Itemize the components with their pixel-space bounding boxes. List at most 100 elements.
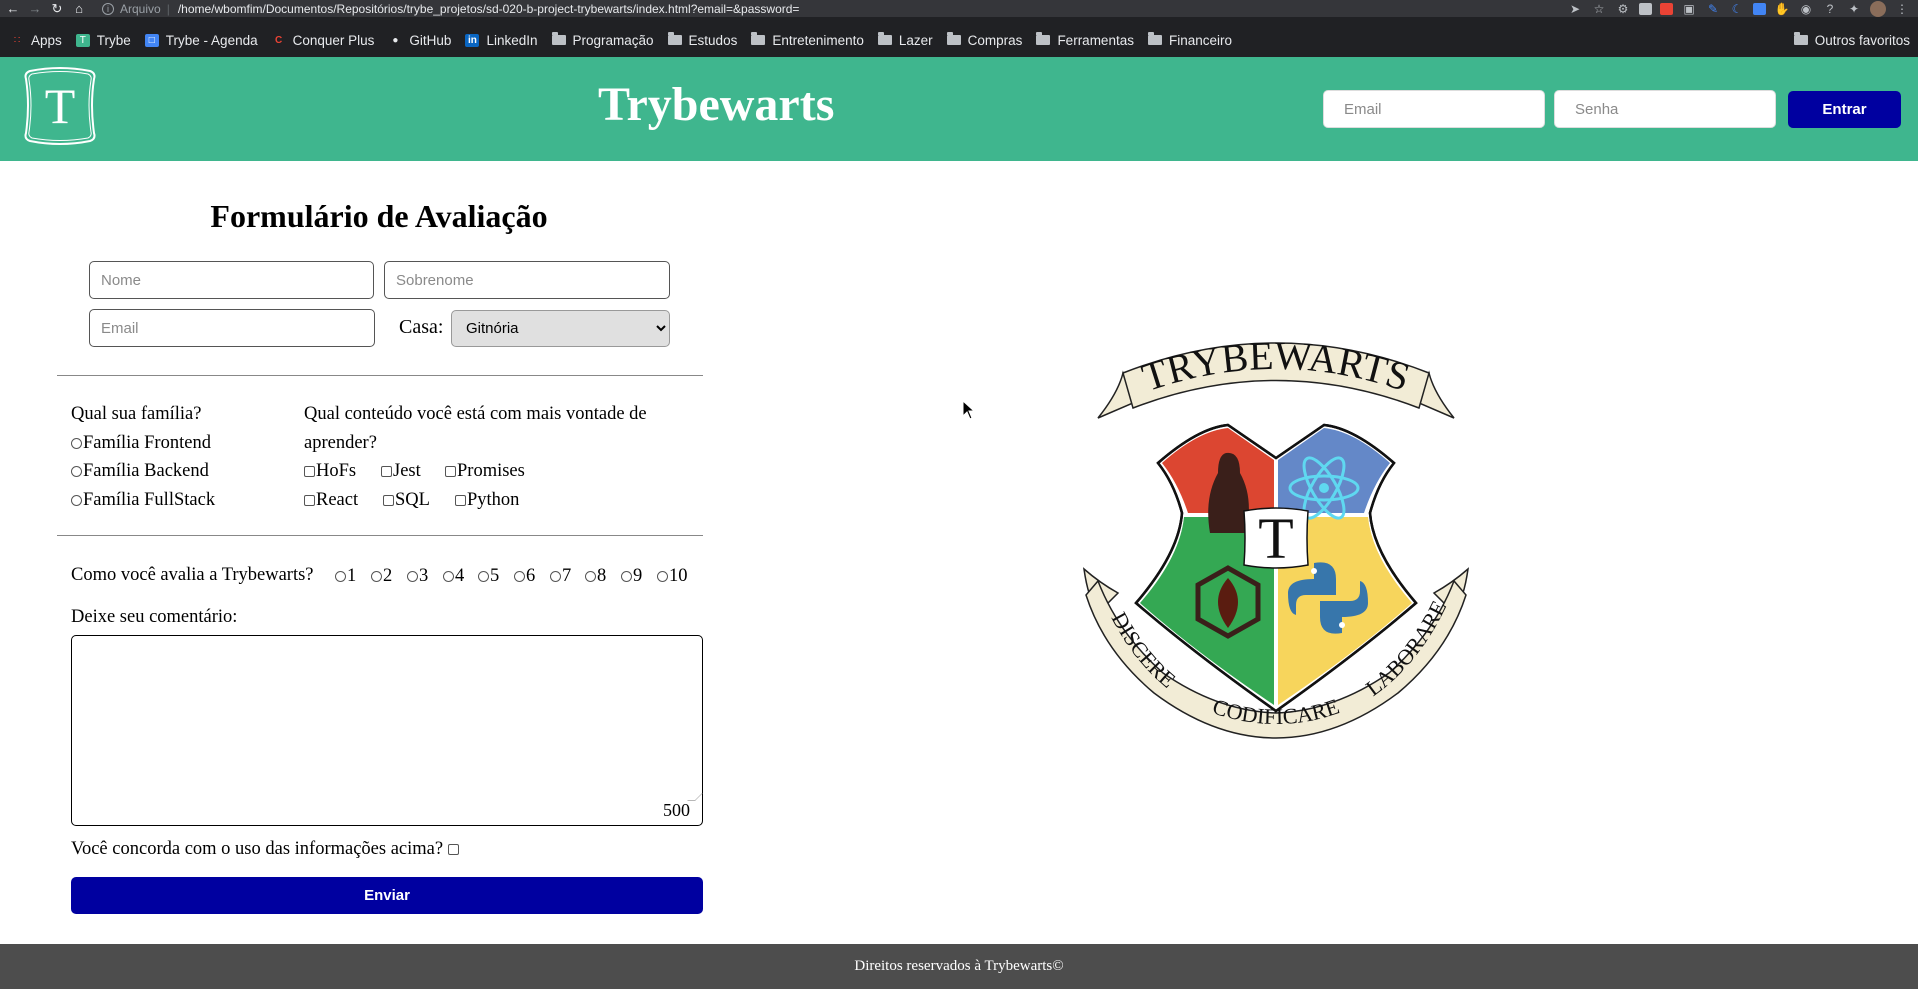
bookmark-estudos[interactable]: Estudos: [667, 32, 738, 48]
bookmark-label: Programação: [572, 32, 654, 48]
radio-button[interactable]: [478, 571, 489, 582]
bookmark-financeiro[interactable]: Financeiro: [1147, 32, 1232, 48]
rating-option-3[interactable]: 3: [407, 566, 428, 587]
checkbox[interactable]: [455, 495, 466, 506]
lastname-input[interactable]: [384, 261, 670, 299]
bookmark-label: Ferramentas: [1057, 32, 1134, 48]
content-option-jest[interactable]: Jest: [381, 461, 421, 482]
email-input[interactable]: [89, 309, 375, 347]
github-ext-icon[interactable]: ◉: [1798, 2, 1814, 16]
rating-option-8[interactable]: 8: [585, 566, 606, 587]
content-option-promises[interactable]: Promises: [445, 461, 525, 482]
back-icon[interactable]: ←: [4, 0, 22, 17]
radio-button[interactable]: [621, 571, 632, 582]
star-icon[interactable]: ☆: [1591, 2, 1607, 16]
bookmark-trybe-agenda[interactable]: □ Trybe - Agenda: [144, 33, 258, 48]
comment-textarea[interactable]: [71, 635, 703, 826]
rating-option-10[interactable]: 10: [657, 566, 688, 587]
option-label: Jest: [393, 461, 421, 481]
avatar[interactable]: [1870, 0, 1886, 17]
url-field[interactable]: i Arquivo | /home/wbomfim/Documentos/Rep…: [102, 0, 799, 17]
family-option-frontend[interactable]: Família Frontend: [71, 433, 211, 454]
info-icon[interactable]: i: [102, 2, 114, 15]
family-option-fullstack[interactable]: Família FullStack: [71, 490, 215, 511]
rating-option-2[interactable]: 2: [371, 566, 392, 587]
home-icon[interactable]: ⌂: [70, 0, 88, 17]
bookmark-outros-favoritos[interactable]: Outros favoritos: [1793, 32, 1910, 48]
submit-button[interactable]: Enviar: [71, 877, 703, 914]
bookmark-programacao[interactable]: Programação: [551, 32, 654, 48]
bookmark-compras[interactable]: Compras: [946, 32, 1022, 48]
login-email-input[interactable]: [1323, 90, 1545, 128]
extension-icon-1[interactable]: [1639, 2, 1652, 15]
help-icon[interactable]: ?: [1822, 2, 1838, 16]
radio-button[interactable]: [514, 571, 525, 582]
apps-grid-icon: ∷: [13, 34, 21, 46]
screenshot-icon[interactable]: ▣: [1681, 2, 1697, 16]
checkbox[interactable]: [445, 466, 456, 477]
puzzle-icon[interactable]: ✦: [1846, 2, 1862, 16]
rating-option-5[interactable]: 5: [478, 566, 499, 587]
bookmark-entretenimento[interactable]: Entretenimento: [751, 32, 864, 48]
bookmark-lazer[interactable]: Lazer: [877, 32, 933, 48]
bookmark-apps[interactable]: ∷ Apps: [10, 33, 62, 48]
radio-button[interactable]: [371, 571, 382, 582]
option-label: 2: [383, 566, 393, 586]
reload-icon[interactable]: ↻: [48, 0, 66, 17]
radio-button[interactable]: [585, 571, 596, 582]
login-password-input[interactable]: [1554, 90, 1776, 128]
bookmark-trybe[interactable]: T Trybe: [75, 33, 131, 48]
folder-icon: [1036, 32, 1051, 47]
pen-icon[interactable]: ✎: [1705, 2, 1721, 16]
extension-icon-2[interactable]: [1660, 2, 1673, 15]
gear-icon[interactable]: ⚙: [1615, 2, 1631, 16]
radio-button[interactable]: [71, 466, 82, 477]
radio-button[interactable]: [71, 438, 82, 449]
bookmark-conquer-plus[interactable]: C Conquer Plus: [272, 33, 374, 48]
radio-button[interactable]: [550, 571, 561, 582]
checkbox[interactable]: [381, 466, 392, 477]
login-button[interactable]: Entrar: [1788, 91, 1901, 128]
checkbox[interactable]: [304, 466, 315, 477]
family-option-backend[interactable]: Família Backend: [71, 461, 209, 482]
menu-icon[interactable]: ⋮: [1894, 2, 1910, 16]
address-bar: ← → ↻ ⌂ i Arquivo | /home/wbomfim/Docume…: [0, 0, 1918, 17]
house-select[interactable]: Gitnória: [451, 310, 670, 347]
bookmark-linkedin[interactable]: in LinkedIn: [465, 32, 538, 48]
name-input[interactable]: [89, 261, 374, 299]
radio-button[interactable]: [407, 571, 418, 582]
hand-icon[interactable]: ✋: [1774, 2, 1790, 16]
rating-question: Como você avalia a Trybewarts?: [71, 565, 314, 585]
send-icon[interactable]: ➤: [1567, 2, 1583, 16]
agreement-row: Você concorda com o uso das informações …: [71, 839, 460, 860]
rating-option-6[interactable]: 6: [514, 566, 535, 587]
bookmark-label: Apps: [31, 32, 62, 48]
content-option-python[interactable]: Python: [455, 490, 519, 511]
radio-button[interactable]: [335, 571, 346, 582]
checkbox[interactable]: [383, 495, 394, 506]
radio-button[interactable]: [71, 495, 82, 506]
rating-option-1[interactable]: 1: [335, 566, 356, 587]
bookmark-ferramentas[interactable]: Ferramentas: [1036, 32, 1134, 48]
crest-center-letter: T: [1258, 506, 1293, 571]
bookmark-label: Outros favoritos: [1814, 32, 1910, 48]
translate-icon[interactable]: [1753, 2, 1766, 15]
folder-icon: [1147, 32, 1162, 47]
content-option-react[interactable]: React: [304, 490, 358, 511]
radio-button[interactable]: [443, 571, 454, 582]
rating-option-9[interactable]: 9: [621, 566, 642, 587]
rating-option-4[interactable]: 4: [443, 566, 464, 587]
bookmark-label: Estudos: [688, 32, 738, 48]
folder-icon: [667, 32, 682, 47]
checkbox[interactable]: [304, 495, 315, 506]
content-option-hofs[interactable]: HoFs: [304, 461, 356, 482]
bookmark-github[interactable]: ● GitHub: [388, 33, 451, 48]
content-option-sql[interactable]: SQL: [383, 490, 430, 511]
radio-button[interactable]: [657, 571, 668, 582]
forward-icon[interactable]: →: [26, 0, 44, 17]
moon-icon[interactable]: ☾: [1729, 2, 1745, 16]
rating-option-7[interactable]: 7: [550, 566, 571, 587]
bookmark-label: LinkedIn: [486, 32, 538, 48]
url-text[interactable]: /home/wbomfim/Documentos/Repositórios/tr…: [178, 2, 800, 16]
agreement-checkbox[interactable]: [448, 844, 460, 855]
